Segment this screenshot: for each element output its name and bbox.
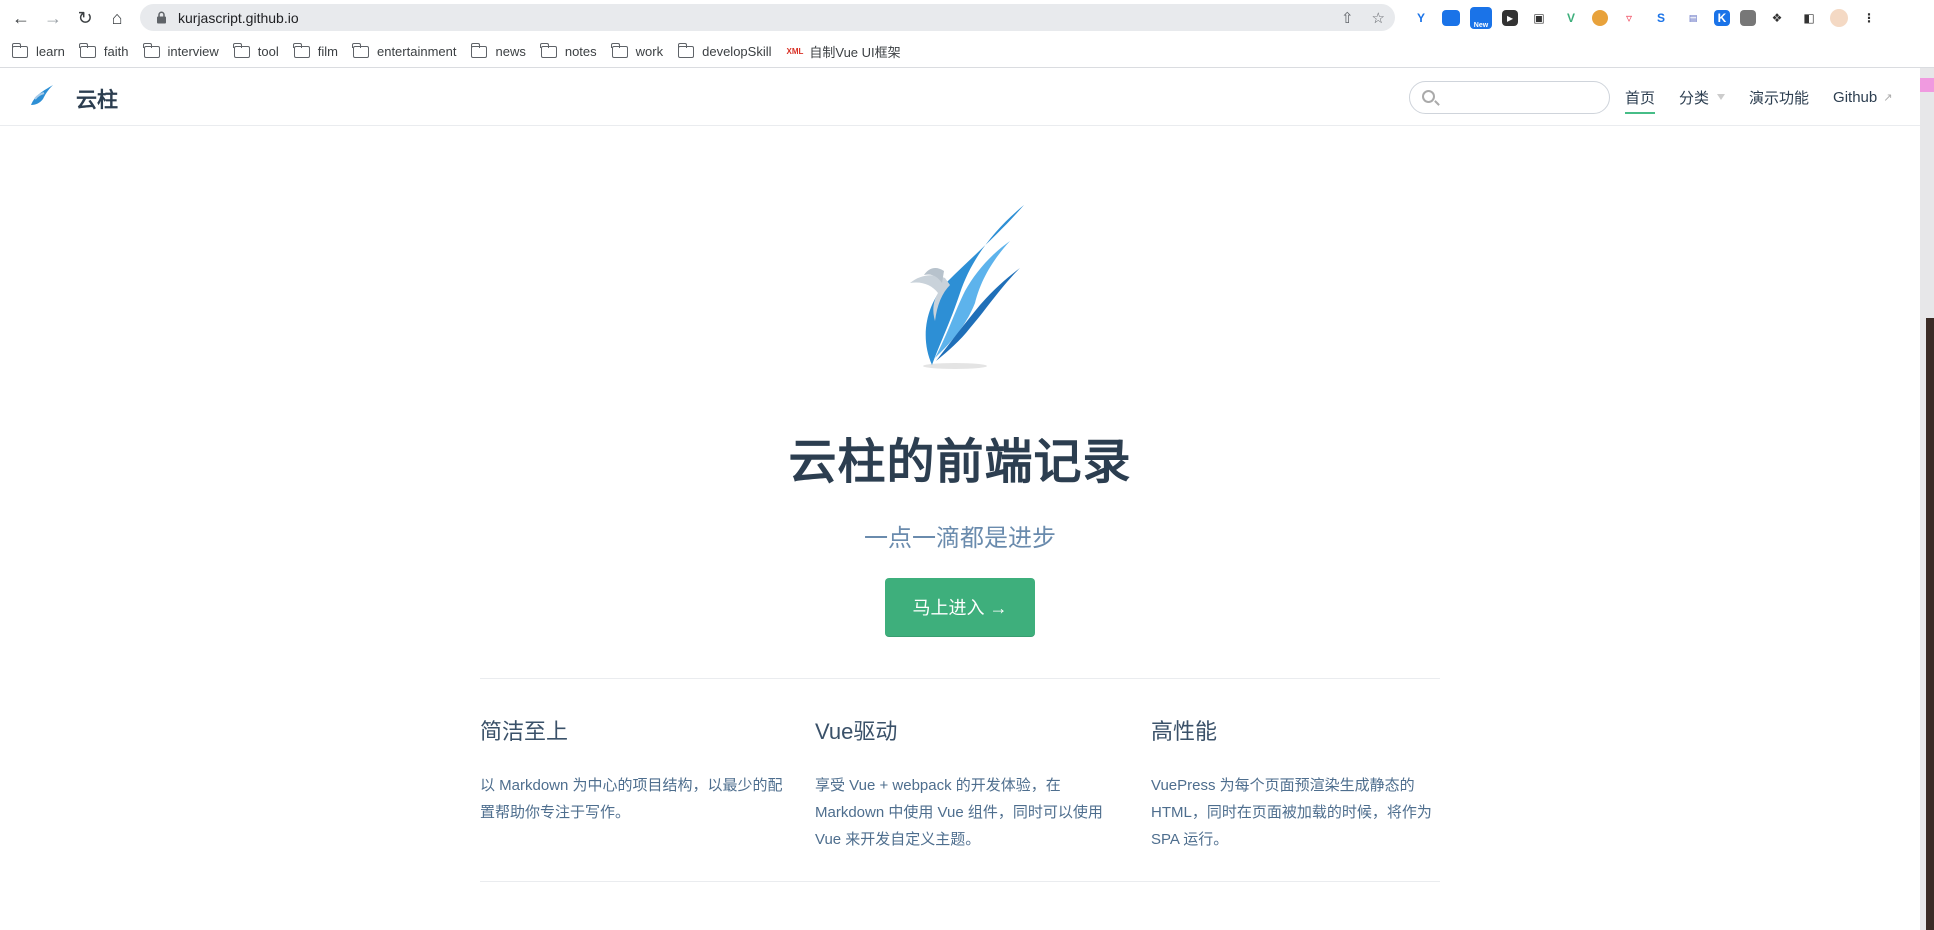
- extension-s-icon[interactable]: S: [1650, 7, 1672, 29]
- folder-icon: [611, 42, 628, 58]
- bookmark-label: film: [317, 44, 338, 59]
- bookmark-label: notes: [564, 44, 597, 59]
- address-bar[interactable]: kurjascript.github.io ⇧ ☆: [140, 4, 1395, 31]
- bookmark-work[interactable]: work: [611, 42, 664, 59]
- extension-gray-icon[interactable]: [1740, 10, 1756, 26]
- extension-dark-icon[interactable]: ▸: [1502, 10, 1518, 26]
- folder-icon: [233, 42, 250, 58]
- feature-title: 高性能: [1151, 719, 1218, 744]
- folder-icon: [79, 42, 96, 58]
- bookmark-label: faith: [103, 44, 129, 59]
- extension-circle-icon[interactable]: [1592, 10, 1608, 26]
- feature-details: 以 Markdown 为中心的项目结构，以最少的配置帮助你专注于写作。: [480, 777, 783, 821]
- enter-button[interactable]: 马上进入 →: [885, 578, 1035, 637]
- extensions-bar: Y New ▸ ▣ V ▿ S ▤ K ❖ ◧ ⋮: [1410, 4, 1880, 32]
- url-text: kurjascript.github.io: [178, 9, 299, 26]
- bookmark-notes[interactable]: notes: [540, 42, 597, 59]
- feature-details: VuePress 为每个页面预渲染生成静态的 HTML，同时在页面被加载的时候，…: [1151, 777, 1432, 848]
- lock-icon: [154, 11, 168, 25]
- divider: [480, 881, 1440, 882]
- vue-devtools-icon[interactable]: V: [1560, 7, 1582, 29]
- feature-card: 高性能 VuePress 为每个页面预渲染生成静态的 HTML，同时在页面被加载…: [1151, 714, 1461, 853]
- nav-github[interactable]: Github ↗: [1833, 68, 1892, 126]
- search-input[interactable]: [1442, 87, 1602, 109]
- extension-v-icon[interactable]: Y: [1410, 7, 1432, 29]
- forward-icon[interactable]: →: [37, 2, 69, 34]
- extension-glasses-icon[interactable]: ▣: [1528, 7, 1550, 29]
- site-title[interactable]: 云柱: [76, 84, 118, 114]
- extension-window-icon[interactable]: [1442, 10, 1460, 26]
- site-navbar: 云柱 首页 分类 演示功能 Github ↗: [0, 68, 1920, 126]
- bookmark-label: 自制Vue UI框架: [809, 45, 901, 60]
- star-icon[interactable]: ☆: [1372, 9, 1385, 27]
- nav-home[interactable]: 首页: [1625, 68, 1656, 126]
- folder-icon: [352, 42, 369, 58]
- bookmark-label: entertainment: [376, 44, 457, 59]
- bookmark-label: interview: [167, 44, 219, 59]
- bookmark-label: learn: [36, 44, 65, 59]
- hero-eagle-image: [910, 205, 1024, 369]
- search-box[interactable]: [1409, 81, 1610, 114]
- extension-new-icon[interactable]: New: [1470, 7, 1492, 29]
- nav-links: 首页 分类 演示功能 Github ↗: [1625, 68, 1916, 126]
- nav-category-label: 分类: [1679, 89, 1710, 107]
- bookmark-film[interactable]: film: [293, 42, 338, 59]
- bookmark-label: developSkill: [702, 44, 772, 59]
- feature-details: 享受 Vue + webpack 的开发体验，在 Markdown 中使用 Vu…: [815, 777, 1103, 848]
- puzzle-icon[interactable]: ❖: [1766, 7, 1788, 29]
- window-edge-image: [1926, 318, 1934, 930]
- bookmark-label: tool: [257, 44, 279, 59]
- xml-icon: XML: [786, 47, 804, 56]
- feature-title: Vue驱动: [815, 719, 898, 744]
- folder-icon: [540, 42, 557, 58]
- nav-category[interactable]: 分类: [1679, 68, 1726, 126]
- nav-github-label: Github: [1833, 88, 1878, 106]
- chevron-down-icon: [1717, 94, 1726, 100]
- bookmark-news[interactable]: news: [470, 42, 526, 59]
- extension-new-badge: New: [1473, 22, 1489, 29]
- window-edge-marker: [1920, 78, 1934, 92]
- more-icon[interactable]: ⋮: [1858, 7, 1880, 29]
- hero-title: 云柱的前端记录: [788, 436, 1132, 489]
- bookmark-learn[interactable]: learn: [11, 42, 65, 59]
- feature-title: 简洁至上: [480, 719, 569, 744]
- home-icon[interactable]: ⌂: [101, 2, 133, 34]
- adjacent-window-edge: [1920, 68, 1934, 930]
- back-icon[interactable]: ←: [5, 2, 37, 34]
- folder-icon: [677, 42, 695, 58]
- bookmark-tool[interactable]: tool: [233, 42, 279, 59]
- page: 云柱 首页 分类 演示功能 Github ↗ 云柱的前端记录 一点一滴都是进步 马…: [0, 68, 1920, 930]
- bookmark-interview[interactable]: interview: [143, 42, 219, 59]
- folder-icon: [11, 42, 28, 58]
- reload-icon[interactable]: ↻: [69, 2, 101, 34]
- share-icon[interactable]: ⇧: [1341, 9, 1354, 27]
- external-link-icon: ↗: [1883, 91, 1893, 104]
- extension-box-icon[interactable]: ▤: [1682, 7, 1704, 29]
- bookmark-label: work: [635, 44, 664, 59]
- nav-demo[interactable]: 演示功能: [1749, 68, 1809, 126]
- bookmark-label: news: [495, 44, 526, 59]
- site-logo-icon[interactable]: [29, 83, 55, 109]
- divider: [480, 678, 1440, 679]
- search-icon: [1422, 90, 1435, 103]
- bookmark-entertainment[interactable]: entertainment: [352, 42, 457, 59]
- extension-k-icon[interactable]: K: [1714, 10, 1730, 26]
- feature-card: 简洁至上 以 Markdown 为中心的项目结构，以最少的配置帮助你专注于写作。: [480, 714, 790, 826]
- sidebar-icon[interactable]: ◧: [1798, 7, 1820, 29]
- feature-card: Vue驱动 享受 Vue + webpack 的开发体验，在 Markdown …: [815, 714, 1125, 853]
- bookmark-developskill[interactable]: developSkill: [677, 42, 772, 59]
- bookmark-vue-ui[interactable]: XML 自制Vue UI框架: [786, 42, 900, 61]
- folder-icon: [143, 42, 160, 58]
- bookmark-faith[interactable]: faith: [79, 42, 129, 59]
- folder-icon: [470, 42, 488, 58]
- folder-icon: [293, 42, 310, 58]
- bookmarks-bar: learn faith interview tool film entertai…: [0, 36, 1934, 68]
- hero-description: 一点一滴都是进步: [864, 525, 1056, 552]
- browser-toolbar: ← → ↻ ⌂ kurjascript.github.io ⇧ ☆ Y New …: [0, 0, 1934, 36]
- avatar-icon[interactable]: [1830, 9, 1848, 27]
- pocket-icon[interactable]: ▿: [1618, 7, 1640, 29]
